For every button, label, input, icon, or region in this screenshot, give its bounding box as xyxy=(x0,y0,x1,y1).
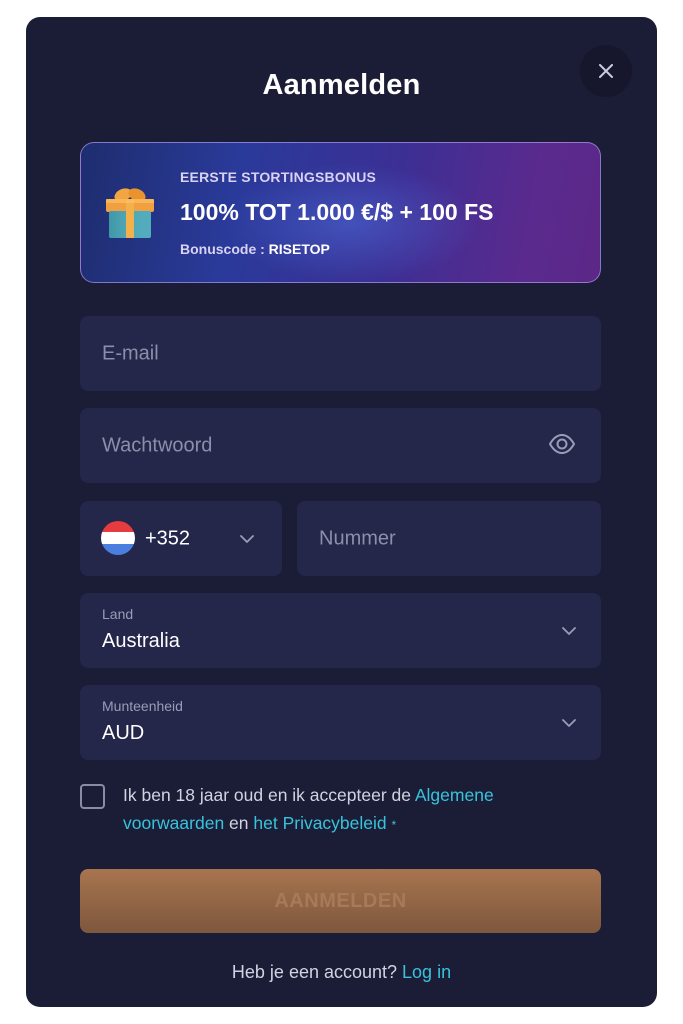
terms-text-middle: en xyxy=(224,813,254,833)
eye-icon[interactable] xyxy=(548,433,576,455)
chevron-down-icon xyxy=(562,719,576,727)
flag-netherlands-icon xyxy=(101,521,135,555)
signup-button-label: AANMELDEN xyxy=(274,889,407,912)
phone-code-value: +352 xyxy=(145,527,191,549)
country-select[interactable]: Land Australia xyxy=(80,593,601,668)
login-prompt: Heb je een account? Log in xyxy=(26,962,657,983)
gift-icon xyxy=(106,188,154,238)
terms-text-before: Ik ben 18 jaar oud en ik accepteer de xyxy=(123,785,415,805)
currency-value: AUD xyxy=(102,722,145,744)
terms-checkbox[interactable] xyxy=(80,784,105,809)
signup-modal: Aanmelden EERSTE STORTINGSBONUS 100% TOT… xyxy=(26,17,657,1007)
phone-number-placeholder: Nummer xyxy=(319,527,396,549)
country-label: Land xyxy=(102,606,134,622)
currency-select[interactable]: Munteenheid AUD xyxy=(80,685,601,760)
bonus-kicker: EERSTE STORTINGSBONUS xyxy=(180,169,377,185)
modal-title: Aanmelden xyxy=(262,69,421,101)
email-placeholder: E-mail xyxy=(102,342,159,364)
phone-number-field[interactable]: Nummer xyxy=(297,501,601,576)
chevron-down-icon xyxy=(562,627,576,635)
chevron-down-icon xyxy=(240,535,254,543)
country-code-select[interactable]: +352 xyxy=(80,501,282,576)
email-field[interactable]: E-mail xyxy=(80,316,601,391)
currency-label: Munteenheid xyxy=(102,698,183,714)
password-placeholder: Wachtwoord xyxy=(102,434,213,456)
bonus-code: Bonuscode : RISETOP xyxy=(180,241,330,257)
bonus-banner: EERSTE STORTINGSBONUS 100% TOT 1.000 €/$… xyxy=(80,142,601,283)
required-mark: * xyxy=(391,818,397,832)
password-field[interactable]: Wachtwoord xyxy=(80,408,601,483)
login-question: Heb je een account? xyxy=(231,962,403,982)
terms-text: Ik ben 18 jaar oud en ik accepteer de Al… xyxy=(123,781,563,839)
bonus-code-value: RISETOP xyxy=(268,241,330,257)
bonus-code-label: Bonuscode : xyxy=(180,241,269,257)
privacy-link[interactable]: het Privacybeleid xyxy=(253,813,386,833)
bonus-headline: 100% TOT 1.000 €/$ + 100 FS xyxy=(180,199,494,225)
country-value: Australia xyxy=(102,630,180,652)
signup-button[interactable]: AANMELDEN xyxy=(80,869,601,933)
login-link[interactable]: Log in xyxy=(402,962,451,982)
